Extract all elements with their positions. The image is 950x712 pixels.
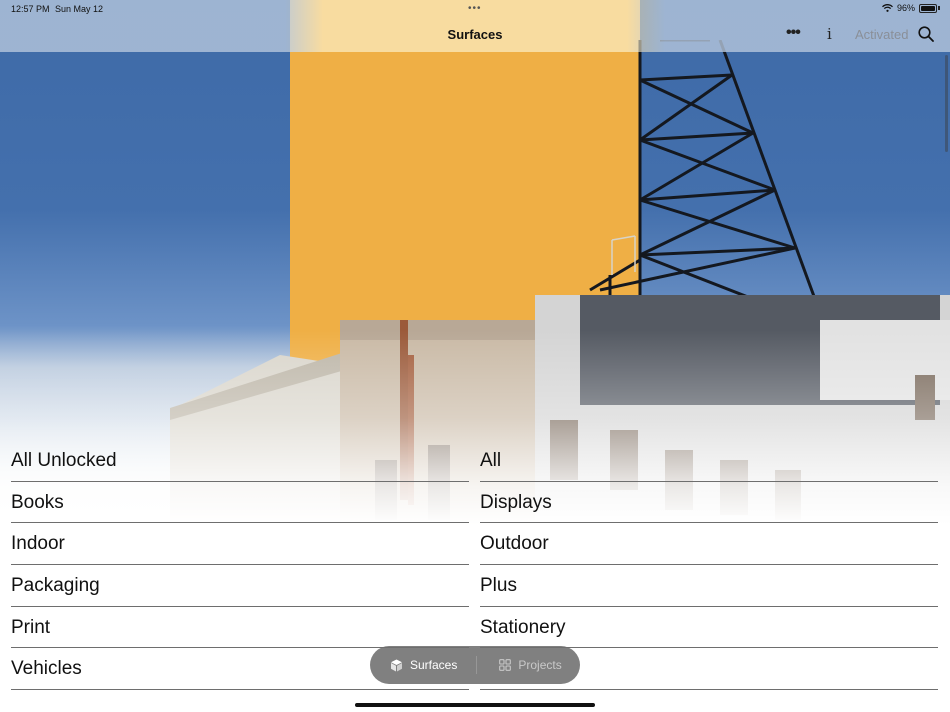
tab-projects[interactable]: Projects: [499, 650, 562, 680]
category-print[interactable]: Print: [11, 607, 469, 649]
tab-divider: [476, 656, 477, 674]
tab-surfaces[interactable]: Surfaces: [390, 650, 457, 680]
category-displays[interactable]: Displays: [480, 482, 938, 524]
scrollbar[interactable]: [945, 55, 948, 152]
category-all-unlocked[interactable]: All Unlocked: [11, 440, 469, 482]
category-outdoor[interactable]: Outdoor: [480, 523, 938, 566]
info-button[interactable]: i: [827, 25, 832, 43]
home-indicator[interactable]: [355, 703, 595, 707]
activated-label[interactable]: Activated: [855, 27, 908, 42]
search-icon[interactable]: [918, 26, 934, 42]
tab-projects-label: Projects: [518, 658, 562, 672]
category-plus[interactable]: Plus: [480, 565, 938, 607]
multitasking-dots[interactable]: •••: [468, 3, 482, 14]
category-indoor[interactable]: Indoor: [11, 523, 469, 566]
tab-surfaces-label: Surfaces: [410, 658, 458, 672]
grid-icon: [499, 659, 512, 671]
category-books[interactable]: Books: [11, 482, 469, 524]
status-date: Sun May 12: [55, 4, 104, 14]
status-indicators: 96%: [882, 3, 940, 13]
wifi-icon: [882, 4, 893, 12]
navigation-bar: Surfaces ••• i Activated: [0, 18, 950, 52]
tab-bar: Surfaces Projects: [370, 646, 580, 684]
battery-percent: 96%: [896, 3, 915, 13]
category-all[interactable]: All: [480, 440, 938, 482]
ellipsis-icon[interactable]: •••: [786, 24, 801, 42]
battery-nub: [938, 6, 940, 10]
category-stationery[interactable]: Stationery: [480, 607, 938, 649]
category-packaging[interactable]: Packaging: [11, 565, 469, 607]
status-bar: 12:57 PM Sun May 12 ••• 96%: [0, 0, 950, 18]
page-title: Surfaces: [447, 27, 503, 42]
battery-icon: [919, 3, 937, 13]
cube-icon: [391, 659, 402, 671]
status-time: 12:57 PM: [11, 4, 50, 14]
